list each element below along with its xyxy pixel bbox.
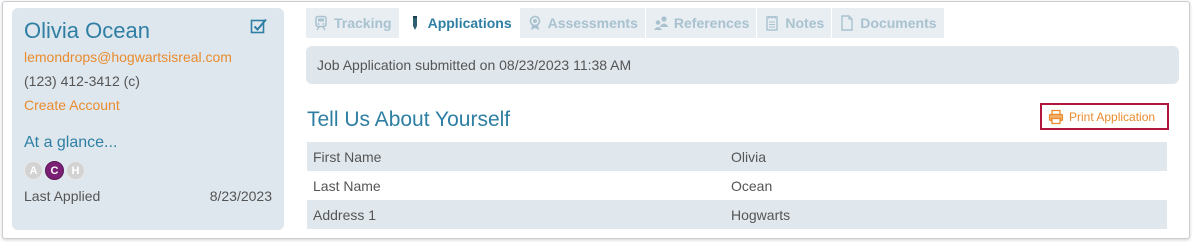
last-applied-label: Last Applied [24, 188, 101, 204]
table-row: Address 1 Hogwarts [307, 200, 1167, 229]
tab-documents[interactable]: Documents [832, 8, 945, 38]
field-label: Last Name [313, 177, 381, 194]
field-label: Address 1 [313, 206, 377, 223]
table-row: Last Name Ocean [307, 171, 1167, 200]
printer-icon [1048, 109, 1064, 124]
tab-tracking[interactable]: Tracking [306, 8, 400, 38]
tab-label: References [673, 15, 750, 31]
candidate-tabs: Tracking Applications Assessments Refere… [306, 8, 945, 38]
tab-label: Applications [427, 15, 512, 31]
field-value: Hogwarts [731, 206, 791, 223]
candidate-email-link[interactable]: lemondrops@hogwartsisreal.com [24, 49, 272, 65]
status-badges: A C H [24, 161, 272, 180]
applicant-details-table: First Name Olivia Last Name Ocean Addres… [307, 142, 1167, 229]
train-icon [315, 15, 327, 31]
at-a-glance-heading: At a glance... [24, 134, 118, 151]
create-account-link[interactable]: Create Account [24, 97, 272, 113]
candidate-sidebar: Olivia Ocean lemondrops@hogwartsisreal.c… [12, 8, 284, 230]
status-badge-c: C [45, 161, 64, 180]
candidate-panel: Olivia Ocean lemondrops@hogwartsisreal.c… [2, 1, 1190, 239]
last-applied-date: 8/23/2023 [209, 188, 272, 204]
field-label: First Name [313, 148, 382, 165]
tab-notes[interactable]: Notes [757, 8, 833, 38]
status-badge-h: H [66, 161, 85, 180]
candidate-name: Olivia Ocean [24, 18, 150, 43]
submission-banner: Job Application submitted on 08/23/2023 … [306, 46, 1179, 84]
notepad-icon [766, 16, 779, 31]
print-application-label: Print Application [1069, 109, 1156, 124]
award-icon [529, 15, 540, 30]
print-application-button[interactable]: Print Application [1040, 103, 1169, 130]
candidate-phone: (123) 412-3412 (c) [24, 73, 140, 89]
table-row: First Name Olivia [307, 142, 1167, 171]
document-icon [841, 15, 853, 31]
status-badge-a: A [24, 161, 43, 180]
pencil-icon [412, 16, 417, 30]
tab-references[interactable]: References [645, 8, 758, 38]
tab-applications[interactable]: Applications [399, 8, 520, 38]
field-value: Ocean [731, 177, 773, 194]
tab-label: Notes [785, 15, 825, 31]
tab-label: Tracking [334, 15, 392, 31]
tab-label: Assessments [547, 15, 638, 31]
people-icon [653, 16, 669, 30]
last-applied-row: Last Applied 8/23/2023 [24, 188, 272, 204]
edit-checkbox-icon[interactable] [250, 17, 268, 35]
tab-label: Documents [860, 15, 937, 31]
tab-assessments[interactable]: Assessments [519, 8, 646, 38]
field-value: Olivia [731, 148, 767, 165]
section-title: Tell Us About Yourself [307, 108, 511, 131]
